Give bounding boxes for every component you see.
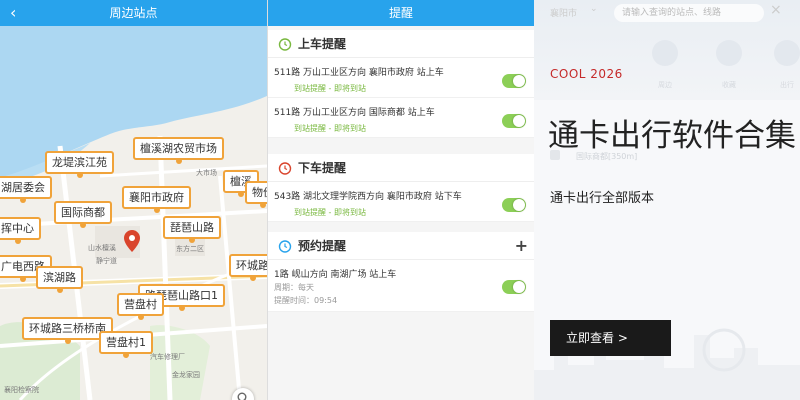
close-icon[interactable]: × [770,2,782,18]
ghost-label: 收藏 [722,81,736,89]
stop-marker[interactable]: 挥中心 [0,217,41,244]
boarding-reminder-section: 上车提醒 511路 万山工业区方向 襄阳市政府 站上车 到站提醒 - 即将到站 … [268,30,534,138]
reminder-status: 到站提醒 - 即将到站 [294,208,366,217]
reminder-route: 511路 万山工业区方向 襄阳市政府 站上车 [274,68,444,78]
reminder-item[interactable]: 1路 岘山方向 南湖广场 站上车 周期：每天 提醒时间：09:54 [268,260,534,312]
stop-marker[interactable]: 物价 [245,181,267,208]
stop-marker[interactable]: 襄阳市政府 [122,186,191,213]
section-title: 预约提醒 [298,239,347,253]
reminder-status: 到站提醒 - 即将到站 [294,124,366,133]
reminders-header: 提醒 [268,0,534,26]
add-reminder-button[interactable]: + [515,236,528,255]
nearby-icon [652,40,678,66]
stop-marker[interactable]: 琵琶山路 [163,216,221,243]
reminder-route: 1路 岘山方向 南湖广场 站上车 [274,270,397,280]
alarm-clock-icon [278,37,292,51]
stop-marker[interactable]: 龙堤滨江苑 [45,151,114,178]
city-selector[interactable]: 襄阳市 [550,6,577,19]
reminder-toggle[interactable] [502,280,526,294]
road-label: 汽车修理厂 [150,353,185,361]
stop-marker[interactable]: 营盘村 [117,293,164,320]
road-label: 东方二区 [176,245,204,253]
section-title: 下车提醒 [298,161,347,175]
reminder-status: 到站提醒 - 即将到站 [294,84,366,93]
stop-marker[interactable]: 湖居委会 [0,176,52,203]
stop-marker[interactable]: 国际商都 [54,201,112,228]
location-pin-icon [124,230,140,252]
promo-subtitle: 通卡出行全部版本 [550,191,655,206]
alighting-reminder-section: 下车提醒 543路 湖北文理学院西方向 襄阳市政府 站下车 到站提醒 - 即将到… [268,154,534,222]
reminder-cycle: 周期：每天 [274,283,314,292]
road-label: 大市场 [196,169,217,177]
section-header: 预约提醒 + [268,232,534,260]
section-header: 下车提醒 [268,154,534,182]
promo-title: 通卡出行软件合集 [548,118,796,154]
stop-marker[interactable]: 檀溪湖农贸市场 [133,137,224,164]
reminder-toggle[interactable] [502,74,526,88]
section-title: 上车提醒 [298,37,347,51]
alarm-clock-blue-icon [278,239,292,253]
road-label: 金龙家园 [172,371,200,379]
reminder-item[interactable]: 511路 万山工业区方向 襄阳市政府 站上车 到站提醒 - 即将到站 [268,58,534,98]
view-now-button[interactable]: 立即查看 > [550,320,671,356]
reminders-panel: 提醒 上车提醒 511路 万山工业区方向 襄阳市政府 站上车 到站提醒 - 即将… [267,0,534,400]
reminder-item[interactable]: 511路 万山工业区方向 国际商都 站上车 到站提醒 - 即将到站 [268,98,534,138]
map-header: ‹ 周边站点 [0,0,267,26]
reminder-item[interactable]: 543路 湖北文理学院西方向 襄阳市政府 站下车 到站提醒 - 即将到站 [268,182,534,222]
reminder-toggle[interactable] [502,114,526,128]
favorites-icon [716,40,742,66]
ghost-label: 周边 [658,81,672,89]
ghost-label: 出行 [780,81,794,89]
road-label: 静宁道 [96,257,117,265]
map-panel: ‹ 周边站点 大市场 东方二区 静宁道 汽车修理厂 金龙家园 山水檀溪 襄阳检察… [0,0,267,400]
road-label: 山水檀溪 [88,244,116,252]
page-title: 周边站点 [109,6,158,20]
search-icon [237,392,247,400]
road-label: 襄阳检察院 [4,386,39,394]
travel-icon [774,40,800,66]
chevron-down-icon: ⌄ [590,4,598,14]
reminder-route: 511路 万山工业区方向 国际商都 站上车 [274,108,435,118]
stop-marker[interactable]: 营盘村1 [99,331,153,358]
reminder-toggle[interactable] [502,198,526,212]
promo-panel: 襄阳市 ⌄ 请输入查询的站点、线路 × 周边 收藏 出行 国际商都[350m] … [534,0,800,400]
promo-kicker: COOL 2026 [550,67,623,81]
stop-marker[interactable]: 环城路 [229,254,267,281]
stop-marker[interactable]: 滨湖路 [36,266,83,293]
section-header: 上车提醒 [268,30,534,58]
reminder-route: 543路 湖北文理学院西方向 襄阳市政府 站下车 [274,192,462,202]
scheduled-reminder-section: 预约提醒 + 1路 岘山方向 南湖广场 站上车 周期：每天 提醒时间：09:54 [268,232,534,312]
reminder-time: 提醒时间：09:54 [274,296,338,305]
search-input[interactable]: 请输入查询的站点、线路 [614,4,764,22]
alarm-clock-red-icon [278,161,292,175]
